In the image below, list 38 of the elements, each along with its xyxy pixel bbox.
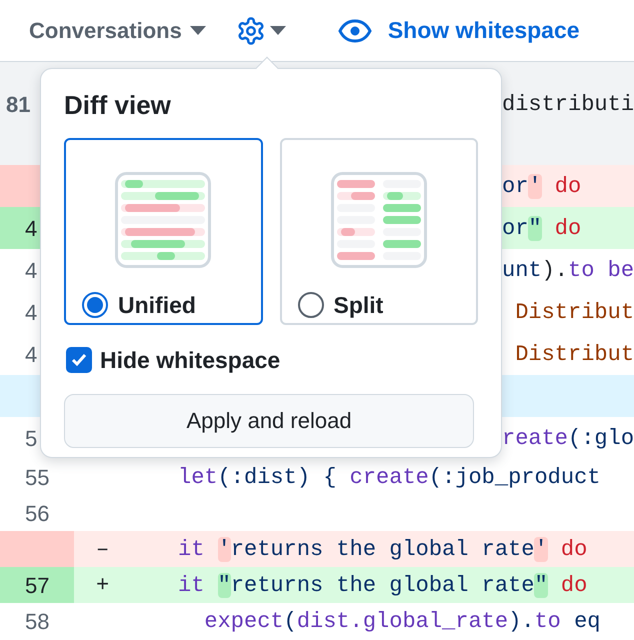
code-line: reate(:glo (502, 424, 634, 452)
code-line: unt).to be (502, 256, 634, 284)
layout-option[interactable]: Split (280, 138, 478, 325)
option-label: Split (334, 291, 384, 320)
apply-button[interactable]: Apply and reload (64, 394, 474, 448)
line-number-cell: 57 (0, 567, 74, 603)
layout-option[interactable]: Unified (64, 138, 262, 325)
line-number-cell-text: 55 (24, 464, 50, 492)
settings-icon (236, 16, 266, 46)
code-line: it 'returns the global rate' do (178, 536, 588, 564)
caret-icon (190, 26, 206, 35)
conversations-dropdown[interactable]: Conversations (29, 14, 206, 47)
radio-button[interactable] (298, 292, 324, 318)
code-line: expect(dist.global_rate).to eq (203, 608, 600, 636)
code-line: it "returns the global rate" do (178, 572, 588, 600)
code-line: or" do (502, 214, 582, 242)
line-number-cell-text: 4 (24, 256, 38, 284)
line-number-cell-text: 56 (24, 500, 50, 528)
checkbox[interactable] (66, 347, 92, 374)
diff-sign: + (96, 572, 110, 598)
show-whitespace-button[interactable]: Show whitespace (338, 13, 580, 48)
line-number-cell-text: 4 (24, 298, 38, 326)
code-line: let(:dist) { create(:job_product (178, 464, 600, 492)
line-number-cell-text: 4 (24, 340, 38, 368)
code-line: or' do (502, 172, 582, 200)
line-number-cell-text: 58 (24, 608, 50, 636)
settings-dropdown[interactable] (236, 16, 286, 46)
line-number-cell-text: 5 (24, 424, 38, 452)
radio-button[interactable] (82, 292, 108, 318)
caret-icon (270, 26, 286, 35)
eye-icon (338, 18, 372, 42)
checkbox-label: Hide whitespace (100, 346, 280, 375)
option-label: Unified (118, 291, 196, 320)
code-line: distributi (502, 91, 634, 119)
code-line: Distribut (514, 340, 634, 368)
code-line: Distribut (514, 298, 634, 326)
diff-sign: – (96, 536, 110, 562)
popover-title: Diff view (64, 92, 172, 118)
